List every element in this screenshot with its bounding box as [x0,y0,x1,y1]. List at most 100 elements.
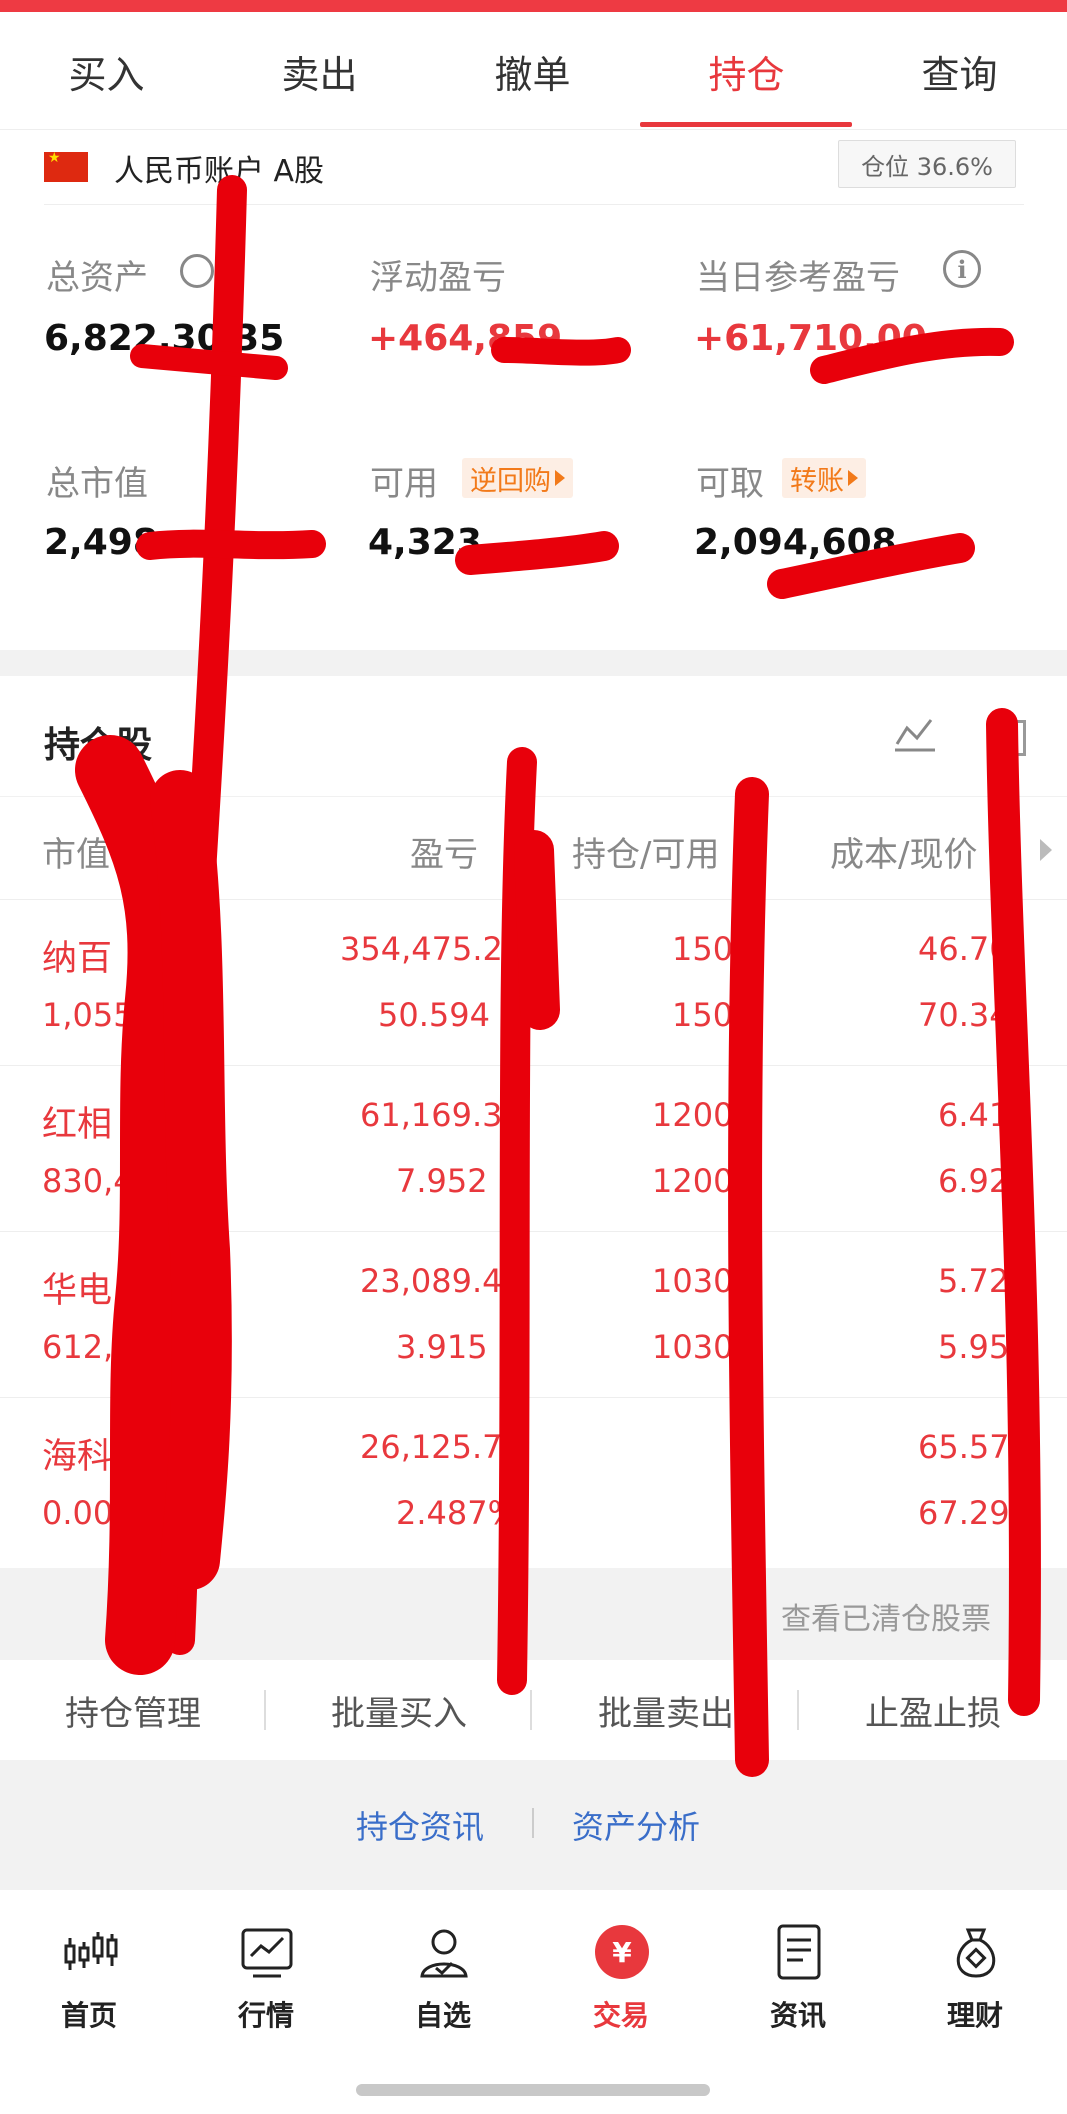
stop-profit-loss-button[interactable]: 止盈止损 [800,1660,1066,1760]
market-value-value: 2,498 [44,522,158,563]
triangle-right-icon [555,470,565,486]
nav-market[interactable]: 行情 [201,1924,331,2034]
tab-query[interactable]: 查询 [853,12,1066,130]
table-row[interactable]: 海科 0.00 26,125.7 2.487% 65.57 67.29 [0,1398,1067,1564]
floating-pnl-label: 浮动盈亏 [370,258,506,298]
trade-tabs: 买入 卖出 撤单 持仓 查询 [0,12,1067,130]
col-cost-price[interactable]: 成本/现价 [830,827,977,876]
home-indicator[interactable] [356,2084,710,2096]
divider [797,1690,799,1730]
active-tab-indicator [640,122,852,127]
nav-watchlist[interactable]: 自选 [378,1924,508,2034]
stock-market-value: 830,40 [42,1162,154,1200]
stock-name: 华电 [42,1271,113,1311]
col-pnl[interactable]: 盈亏 [410,827,478,876]
nav-home-label: 首页 [60,1999,117,2032]
stock-hold: 1030 [652,1262,734,1300]
holdings-section: 持仓股 市值 盈亏 持仓/可用 成本/现价 纳百 1,055 354,475.2… [0,676,1067,1568]
stock-market-value: 1,055 [42,996,134,1034]
holdings-news-link[interactable]: 持仓资讯 [356,1802,484,1848]
account-summary: 人民币账户 A股 仓位 36.6% 总资产 6,822,30 35 浮动盈亏 +… [0,130,1067,650]
view-cleared-bar: 查看已清仓股票 [0,1568,1067,1660]
nav-watchlist-label: 自选 [414,1999,471,2032]
stock-pnl: 354,475.2 [340,930,503,968]
nav-home[interactable]: 首页 [24,1924,154,2034]
table-row[interactable]: 华电 612,8 23,089.4 3.915 1030 1030 5.72 5… [0,1232,1067,1398]
china-flag-icon [44,150,88,182]
asset-analysis-link[interactable]: 资产分析 [572,1802,700,1848]
money-bag-icon [956,1928,996,1978]
transfer-label: 转账 [790,465,844,497]
position-ratio-badge: 仓位 36.6% [838,140,1016,188]
stock-price: 6.92 [938,1162,1010,1200]
divider [532,1808,534,1838]
stock-pnl-pct: 7.952 [396,1162,488,1200]
floating-pnl-value: +464,859 [368,318,563,359]
column-header-row: 市值 盈亏 持仓/可用 成本/现价 [0,796,1067,900]
triangle-right-icon [848,470,858,486]
stock-cost: 5.72 [938,1262,1010,1300]
stock-hold: 150 [672,930,734,968]
stock-hold: 1200 [652,1096,734,1134]
trend-chart-icon[interactable] [893,714,937,754]
reverse-repo-label: 逆回购 [470,465,551,497]
col-market-value[interactable]: 市值 [42,827,110,876]
col-position-available[interactable]: 持仓/可用 [572,827,719,876]
nav-trade-label: 交易 [592,1999,649,2032]
stock-cost: 65.57 [918,1428,1010,1466]
total-assets-value: 6,822,30 35 [44,318,285,359]
nav-news[interactable]: 资讯 [733,1924,863,2034]
yuan-coin-icon: ¥ [595,1925,649,1979]
stock-available: 150 [672,996,734,1034]
total-assets-label: 总资产 [46,258,148,298]
chart-monitor-icon [241,1928,293,1978]
available-label: 可用 [370,464,438,504]
table-row[interactable]: 红相 830,40 61,169.3 7.952 1200 1200 6.41 … [0,1066,1067,1232]
withdrawable-label: 可取 [696,464,764,504]
stock-pnl: 26,125.7 [360,1428,503,1466]
view-cleared-stocks-link[interactable]: 查看已清仓股票 [781,1594,991,1638]
nav-trade[interactable]: ¥ 交易 [556,1924,686,2034]
nav-wealth-label: 理财 [946,1999,1003,2032]
stock-pnl: 61,169.3 [360,1096,503,1134]
account-name[interactable]: 人民币账户 A股 [114,146,324,190]
stock-price: 5.95 [938,1328,1010,1366]
batch-buy-button[interactable]: 批量买入 [266,1660,532,1760]
stock-cost: 46.70 [918,930,1010,968]
stock-available: 1030 [652,1328,734,1366]
grid-view-icon[interactable] [990,720,1026,756]
tab-sell[interactable]: 卖出 [213,12,426,130]
stock-name: 纳百 [42,939,113,979]
nav-market-label: 行情 [237,1999,294,2032]
stock-price: 67.29 [918,1494,1010,1532]
market-value-label: 总市值 [46,464,148,504]
stock-pnl-pct: 50.594 [378,996,490,1034]
scroll-right-arrow-icon[interactable] [1040,839,1052,861]
tab-holdings[interactable]: 持仓 [640,12,853,130]
divider [44,204,1024,205]
tab-buy[interactable]: 买入 [0,12,213,130]
stock-pnl-pct: 2.487% [396,1494,519,1532]
daily-pnl-label: 当日参考盈亏 [696,258,900,298]
candlestick-icon [64,1932,118,1970]
divider [530,1690,532,1730]
transfer-tag[interactable]: 转账 [782,458,866,498]
reverse-repo-tag[interactable]: 逆回购 [462,458,573,498]
nav-wealth[interactable]: 理财 [910,1924,1040,2034]
stock-market-value: 0.00 [42,1494,114,1532]
bottom-navigation: 首页 行情 自选 ¥ 交易 资讯 理财 [0,1890,1067,2114]
holdings-management-button[interactable]: 持仓管理 [0,1660,266,1760]
info-icon[interactable]: i [943,250,981,288]
stock-cost: 6.41 [938,1096,1010,1134]
top-accent-bar [0,0,1067,12]
stock-pnl-pct: 3.915 [396,1328,488,1366]
user-check-icon [420,1929,468,1978]
tab-cancel-order[interactable]: 撤单 [426,12,639,130]
table-row[interactable]: 纳百 1,055 354,475.2 50.594 150 150 46.70 … [0,900,1067,1066]
eye-icon[interactable] [180,254,214,288]
daily-pnl-value: +61,710.00 [694,318,927,359]
batch-sell-button[interactable]: 批量卖出 [533,1660,799,1760]
stock-available: 1200 [652,1162,734,1200]
svg-text:¥: ¥ [612,1936,632,1969]
stock-name: 海科 [42,1437,113,1477]
